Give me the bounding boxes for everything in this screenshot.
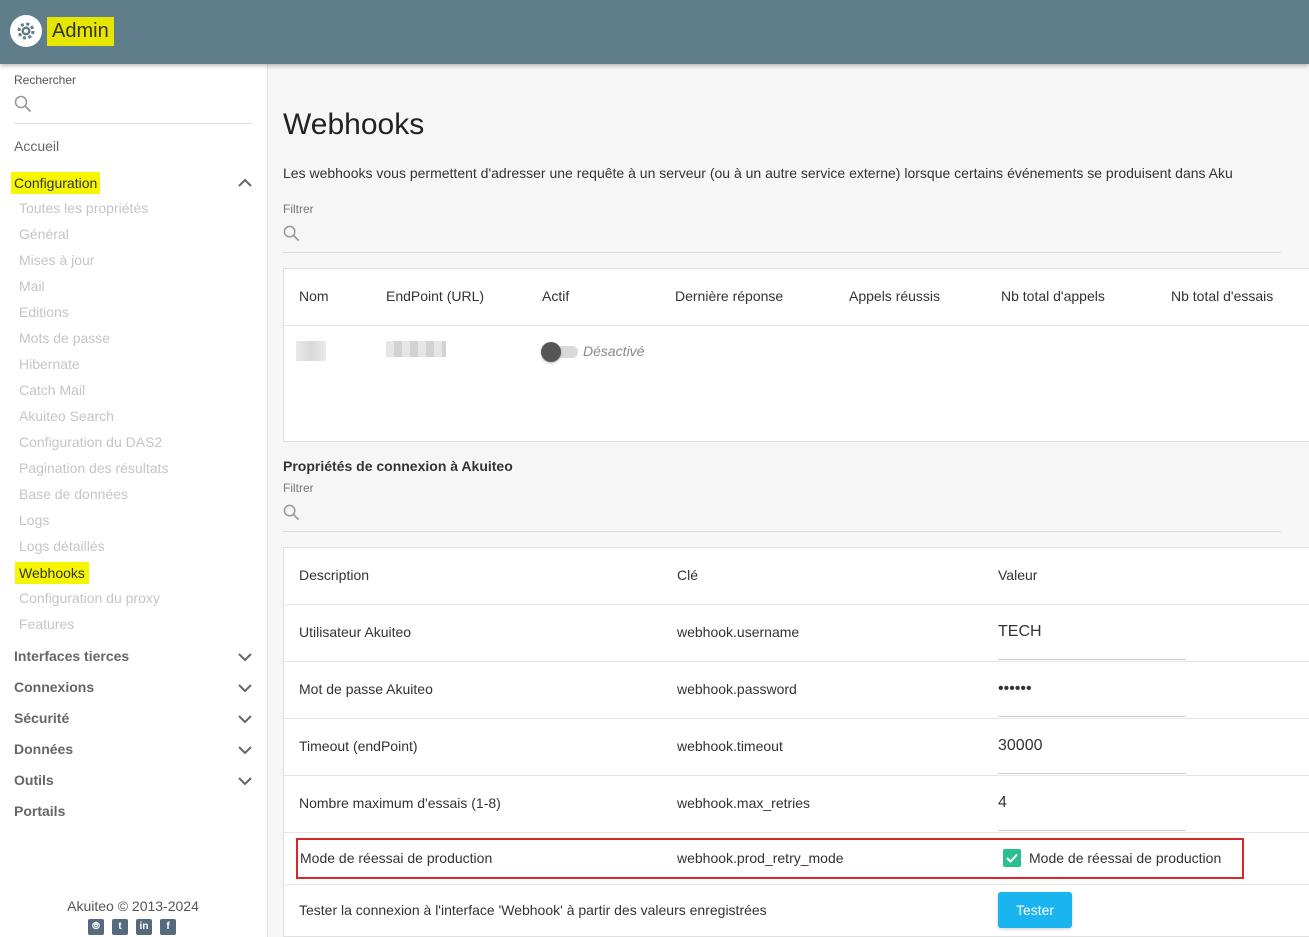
row-separator [284,884,1309,885]
field-underline [998,773,1186,774]
timeout-field[interactable]: 30000 [998,737,1043,755]
test-button[interactable]: Tester [998,892,1072,928]
field-underline [998,716,1186,717]
sidebar-item[interactable]: Pagination des résultats [19,460,168,476]
sidebar-group-outils[interactable]: Outils [14,772,54,788]
gear-icon[interactable] [10,15,42,47]
search-icon[interactable] [283,504,300,521]
max-retries-field[interactable]: 4 [998,794,1007,812]
social-links: ⦾ t in f [88,919,176,935]
row-separator [284,661,1309,662]
column-header[interactable]: Nb total d'essais [1171,288,1273,304]
page-title: Webhooks [283,108,425,141]
sidebar-item[interactable]: Features [19,616,74,632]
sidebar-item[interactable]: Configuration du proxy [19,590,160,606]
sidebar-item-webhooks[interactable]: Webhooks [15,562,89,584]
top-bar: Admin [0,0,1309,64]
property-key: webhook.timeout [677,738,783,754]
chevron-down-icon[interactable] [236,679,254,697]
column-header[interactable]: Appels réussis [849,288,940,304]
search-icon[interactable] [14,95,32,113]
sidebar-item[interactable]: Mises à jour [19,252,94,268]
filter-label: Filtrer [283,202,314,216]
property-key: webhook.password [677,681,797,697]
filter-label: Filtrer [283,481,314,495]
sidebar-item[interactable]: Editions [19,304,69,320]
sidebar-item-accueil[interactable]: Accueil [14,138,59,154]
column-header[interactable]: Valeur [998,567,1037,583]
column-header[interactable]: Dernière réponse [675,288,783,304]
sidebar-item[interactable]: Mail [19,278,45,294]
sidebar: Rechercher Accueil Configuration Toutes … [0,64,268,937]
sidebar-item-portails[interactable]: Portails [14,803,65,819]
field-underline [998,659,1186,660]
row-separator [284,775,1309,776]
linkedin-icon[interactable]: in [136,919,152,935]
webhook-name-redacted[interactable] [296,341,326,361]
username-field[interactable]: TECH [998,623,1042,641]
field-underline [998,830,1186,831]
property-key: webhook.prod_retry_mode [677,850,844,866]
property-description: Timeout (endPoint) [299,738,418,754]
sidebar-group-interfaces[interactable]: Interfaces tierces [14,648,129,664]
sidebar-item[interactable]: Configuration du DAS2 [19,434,162,450]
search-underline [14,123,252,124]
chevron-down-icon[interactable] [236,710,254,728]
page-description: Les webhooks vous permettent d'adresser … [283,165,1233,181]
column-header[interactable]: Nom [299,288,329,304]
active-toggle-knob[interactable] [541,342,561,362]
sidebar-item[interactable]: Mots de passe [19,330,110,346]
column-header[interactable]: Nb total d'appels [1001,288,1105,304]
retry-mode-checkbox[interactable] [1003,849,1021,867]
row-separator [284,718,1309,719]
property-key: webhook.username [677,624,800,640]
chevron-down-icon[interactable] [236,648,254,666]
retry-mode-checkbox-label[interactable]: Mode de réessai de production [1029,850,1221,866]
twitter-icon[interactable]: t [112,919,128,935]
table-header-separator [284,325,1309,326]
password-field[interactable]: •••••• [998,680,1032,698]
sidebar-item[interactable]: Logs détaillés [19,538,105,554]
chevron-up-icon[interactable] [236,174,254,192]
sidebar-group-configuration[interactable]: Configuration [11,172,101,194]
search-label: Rechercher [14,73,77,87]
sidebar-group-securite[interactable]: Sécurité [14,710,69,726]
chevron-down-icon[interactable] [236,772,254,790]
sidebar-item[interactable]: Base de données [19,486,128,502]
check-icon [1006,853,1018,863]
property-description: Mot de passe Akuiteo [299,681,433,697]
search-icon[interactable] [283,225,300,242]
chevron-down-icon[interactable] [236,741,254,759]
filter-underline [283,252,1281,253]
property-description: Mode de réessai de production [300,850,493,866]
column-header[interactable]: Clé [677,567,698,583]
property-description: Utilisateur Akuiteo [299,624,412,640]
webhook-url-redacted[interactable] [386,341,446,357]
filter-underline [283,531,1281,532]
sidebar-item[interactable]: Toutes les propriétés [19,200,148,216]
property-description: Nombre maximum d'essais (1-8) [299,795,501,811]
footer-copyright: Akuiteo © 2013-2024 [67,898,199,914]
property-key: webhook.max_retries [677,795,811,811]
sidebar-item[interactable]: Hibernate [19,356,80,372]
column-header[interactable]: Actif [542,288,569,304]
facebook-icon[interactable]: f [160,919,176,935]
sidebar-item[interactable]: Logs [19,512,49,528]
sidebar-group-connexions[interactable]: Connexions [14,679,94,695]
section-title: Propriétés de connexion à Akuiteo [283,458,513,474]
active-toggle-label: Désactivé [583,343,645,359]
sidebar-group-donnees[interactable]: Données [14,741,73,757]
column-header[interactable]: Description [299,567,369,583]
row-separator [284,832,1309,833]
row-separator [284,604,1309,605]
column-header[interactable]: EndPoint (URL) [386,288,484,304]
sidebar-item[interactable]: Général [19,226,69,242]
test-description: Tester la connexion à l'interface 'Webho… [299,902,767,918]
sidebar-item[interactable]: Catch Mail [19,382,85,398]
app-title: Admin [47,17,114,46]
sidebar-item[interactable]: Akuiteo Search [19,408,114,424]
analytics-icon[interactable]: ⦾ [88,919,104,935]
